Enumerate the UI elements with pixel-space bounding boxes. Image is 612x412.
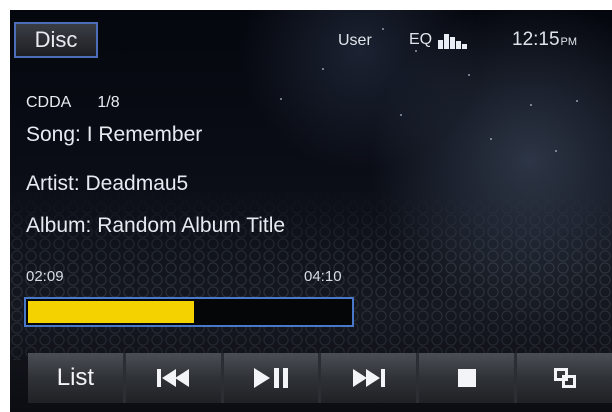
format-label: CDDA bbox=[26, 94, 72, 111]
overlap-button[interactable] bbox=[517, 353, 612, 403]
eq-button[interactable]: EQ bbox=[409, 31, 468, 49]
copy-windows-icon bbox=[553, 368, 576, 388]
user-label: User bbox=[338, 32, 372, 49]
skip-previous-icon bbox=[156, 368, 190, 388]
equalizer-icon bbox=[438, 31, 468, 49]
source-disc-button[interactable]: Disc bbox=[14, 22, 98, 58]
play-pause-icon bbox=[252, 367, 290, 389]
stop-icon bbox=[457, 369, 476, 387]
track-counter: 1/8 bbox=[97, 94, 120, 111]
total-time: 04:10 bbox=[304, 268, 342, 285]
media-player-screen: Disc User EQ 12:15PM CDDA 1/8 Song: I Rem… bbox=[10, 10, 612, 412]
clock-ampm: PM bbox=[560, 36, 578, 48]
previous-track-button[interactable] bbox=[125, 353, 221, 403]
song-title: Song: I Remember bbox=[26, 123, 203, 146]
progress-fill bbox=[28, 301, 194, 323]
stop-button[interactable] bbox=[419, 353, 515, 403]
next-track-button[interactable] bbox=[321, 353, 417, 403]
album-title: Album: Random Album Title bbox=[26, 214, 286, 237]
eq-label: EQ bbox=[409, 31, 433, 48]
track-format-line: CDDA 1/8 bbox=[26, 94, 120, 112]
list-button[interactable]: List bbox=[28, 353, 123, 403]
artist-name: Artist: Deadmau5 bbox=[26, 172, 189, 195]
elapsed-time: 02:09 bbox=[26, 268, 64, 285]
control-bar: List bbox=[28, 353, 612, 403]
clock: 12:15PM bbox=[512, 29, 577, 51]
progress-bar[interactable] bbox=[24, 297, 354, 327]
play-pause-button[interactable] bbox=[223, 353, 319, 403]
skip-next-icon bbox=[352, 368, 386, 388]
clock-time: 12:15 bbox=[512, 29, 560, 50]
